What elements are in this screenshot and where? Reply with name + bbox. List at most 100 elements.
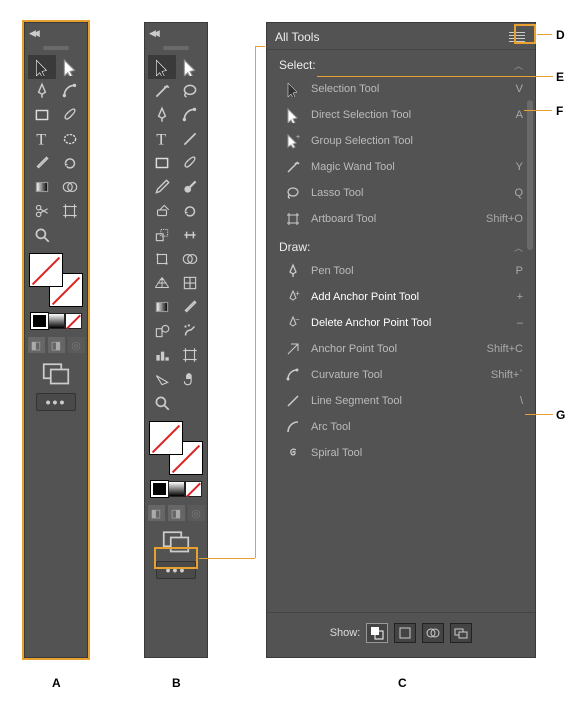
tool-row-arc[interactable]: Arc Tool (271, 414, 531, 440)
draw-normal[interactable]: ◧ (148, 505, 165, 521)
tool-pen[interactable] (28, 79, 56, 103)
tool-hand[interactable] (176, 367, 204, 391)
color-mode-color[interactable] (151, 481, 168, 497)
tool-line-segment[interactable] (176, 127, 204, 151)
group-title-select[interactable]: Select:︿ (267, 50, 535, 76)
draw-behind[interactable]: ◨ (168, 505, 185, 521)
tool-rotate[interactable] (56, 151, 84, 175)
show-screen-modes[interactable] (450, 623, 472, 643)
tool-artboard[interactable] (56, 199, 84, 223)
show-color-modes[interactable] (394, 623, 416, 643)
tool-pen[interactable] (148, 103, 176, 127)
scrollbar-thumb[interactable] (527, 100, 533, 250)
tool-label: Delete Anchor Point Tool (311, 317, 431, 329)
tool-pencil[interactable] (148, 175, 176, 199)
tool-magic-wand[interactable] (148, 79, 176, 103)
tool-shortcut: V (516, 83, 523, 95)
tool-ellipse[interactable] (56, 127, 84, 151)
tool-blend[interactable] (148, 319, 176, 343)
tool-lasso[interactable] (176, 79, 204, 103)
fill-swatch[interactable] (149, 421, 183, 455)
fill-stroke-swatch[interactable] (29, 253, 83, 307)
tool-direct-selection[interactable] (56, 55, 84, 79)
tool-scale[interactable] (148, 223, 176, 247)
tool-mesh[interactable] (176, 271, 204, 295)
fill-stroke-swatch[interactable] (149, 421, 203, 475)
tool-type[interactable]: T (148, 127, 176, 151)
tool-shortcut: Y (516, 161, 523, 173)
tool-row-line-segment[interactable]: Line Segment Tool\ (271, 388, 531, 414)
collapse-icon[interactable]: ◀◀ (29, 28, 37, 39)
tool-selection[interactable] (28, 55, 56, 79)
edit-toolbar-button-b[interactable]: ••• (156, 561, 196, 579)
tool-row-delete-anchor[interactable]: −Delete Anchor Point Tool– (271, 310, 531, 336)
pen-icon (283, 263, 303, 279)
tool-row-artboard[interactable]: Artboard ToolShift+O (271, 206, 531, 232)
tool-row-curvature[interactable]: Curvature ToolShift+` (271, 362, 531, 388)
fill-swatch[interactable] (29, 253, 63, 287)
tool-rotate[interactable] (176, 199, 204, 223)
group-title-draw[interactable]: Draw:︿ (267, 232, 535, 258)
tool-label: Line Segment Tool (311, 395, 402, 407)
tool-shortcut: P (516, 265, 523, 277)
color-mode-none[interactable] (185, 481, 202, 497)
tool-row-magic-wand[interactable]: Magic Wand ToolY (271, 154, 531, 180)
tool-row-selection[interactable]: Selection ToolV (271, 76, 531, 102)
tool-shape-builder[interactable] (176, 247, 204, 271)
color-mode-gradient[interactable] (48, 313, 65, 329)
edit-toolbar-button-a[interactable]: ••• (36, 393, 76, 411)
arc-icon (283, 419, 303, 435)
collapse-icon[interactable]: ◀◀ (149, 28, 157, 39)
tool-row-lasso[interactable]: Lasso ToolQ (271, 180, 531, 206)
tool-column-graph[interactable] (148, 343, 176, 367)
label-d: D (556, 28, 565, 42)
color-mode-none[interactable] (65, 313, 82, 329)
group-selection-icon: + (283, 133, 303, 149)
screen-mode-button[interactable] (42, 363, 70, 383)
curvature-icon (283, 367, 303, 383)
label-f: F (556, 104, 563, 118)
tool-zoom[interactable] (28, 223, 56, 247)
tool-rectangle[interactable] (148, 151, 176, 175)
tool-eyedropper[interactable] (28, 151, 56, 175)
tool-row-spiral[interactable]: Spiral Tool (271, 440, 531, 466)
tool-row-direct-selection[interactable]: Direct Selection ToolA (271, 102, 531, 128)
tool-direct-selection[interactable] (176, 55, 204, 79)
tool-rectangle[interactable] (28, 103, 56, 127)
tool-type[interactable]: T (28, 127, 56, 151)
tool-artboard[interactable] (176, 343, 204, 367)
line-c3 (255, 46, 265, 47)
draw-behind[interactable]: ◨ (48, 337, 65, 353)
tool-free-transform[interactable] (148, 247, 176, 271)
drag-grip[interactable] (43, 46, 69, 50)
draw-normal[interactable]: ◧ (28, 337, 45, 353)
tool-shape-builder[interactable] (56, 175, 84, 199)
tool-selection[interactable] (148, 55, 176, 79)
tool-row-add-anchor[interactable]: +Add Anchor Point Tool+ (271, 284, 531, 310)
tool-eyedropper[interactable] (176, 295, 204, 319)
tool-paintbrush[interactable] (176, 151, 204, 175)
tool-zoom[interactable] (148, 391, 176, 415)
tool-gradient[interactable] (28, 175, 56, 199)
show-draw-modes[interactable] (422, 623, 444, 643)
tool-curvature[interactable] (176, 103, 204, 127)
tool-symbol-sprayer[interactable] (176, 319, 204, 343)
color-mode-color[interactable] (31, 313, 48, 329)
screen-mode-button[interactable] (162, 531, 190, 551)
tool-slice[interactable] (148, 367, 176, 391)
tool-blob-brush[interactable] (176, 175, 204, 199)
tool-curvature[interactable] (56, 79, 84, 103)
tool-paintbrush[interactable] (56, 103, 84, 127)
tool-row-group-selection[interactable]: +Group Selection Tool (271, 128, 531, 154)
tool-eraser[interactable] (148, 199, 176, 223)
tool-width[interactable] (176, 223, 204, 247)
tool-perspective-grid[interactable] (148, 271, 176, 295)
tool-row-pen[interactable]: Pen ToolP (271, 258, 531, 284)
tool-scissors[interactable] (28, 199, 56, 223)
panel-menu-icon[interactable] (507, 29, 527, 45)
tool-row-anchor-point[interactable]: Anchor Point ToolShift+C (271, 336, 531, 362)
show-fill-stroke[interactable] (366, 623, 388, 643)
color-mode-gradient[interactable] (168, 481, 185, 497)
tool-gradient[interactable] (148, 295, 176, 319)
drag-grip[interactable] (163, 46, 189, 50)
